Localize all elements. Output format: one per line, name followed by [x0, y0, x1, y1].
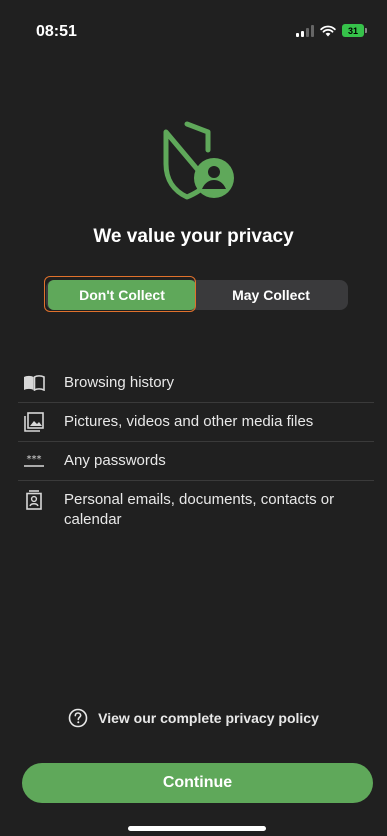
svg-text:***: ***: [27, 454, 42, 465]
list-item-label: Personal emails, documents, contacts or …: [64, 491, 335, 528]
list-item: Personal emails, documents, contacts or …: [18, 481, 374, 539]
signal-icon: [296, 24, 314, 37]
battery-level: 31: [342, 24, 364, 37]
list-item-label: Pictures, videos and other media files: [64, 413, 314, 430]
list-item: *** Any passwords: [18, 442, 374, 481]
privacy-policy-link[interactable]: View our complete privacy policy: [0, 708, 387, 728]
may-collect-label: May Collect: [232, 287, 310, 303]
contact-card-icon: [22, 490, 46, 510]
collect-segmented-control: Don't Collect May Collect: [44, 276, 348, 312]
list-item: Browsing history: [18, 364, 374, 403]
wifi-icon: [320, 25, 336, 36]
continue-label: Continue: [162, 774, 233, 791]
book-icon: [22, 373, 46, 393]
image-icon: [22, 412, 46, 432]
privacy-screen: 08:51 31 We value your privacy Don't Col…: [0, 0, 387, 836]
privacy-policy-label: View our complete privacy policy: [98, 710, 319, 726]
list-item-label: Any passwords: [64, 452, 166, 469]
question-circle-icon: [68, 708, 88, 728]
battery-icon: 31: [342, 24, 367, 37]
may-collect-button[interactable]: May Collect: [196, 280, 346, 310]
status-time: 08:51: [36, 23, 77, 40]
collected-data-list: Browsing history Pictures, videos and ot…: [18, 364, 374, 539]
home-indicator: [128, 826, 266, 831]
shield-person-icon: [158, 120, 238, 200]
list-item-label: Browsing history: [64, 374, 175, 391]
status-icons: 31: [296, 24, 367, 37]
dont-collect-button[interactable]: Don't Collect: [44, 276, 196, 312]
continue-button[interactable]: Continue: [22, 763, 373, 803]
dont-collect-label: Don't Collect: [79, 287, 165, 303]
page-title: We value your privacy: [93, 226, 294, 247]
status-bar: 08:51 31: [0, 0, 387, 62]
list-item: Pictures, videos and other media files: [18, 403, 374, 442]
password-icon: ***: [22, 451, 46, 471]
